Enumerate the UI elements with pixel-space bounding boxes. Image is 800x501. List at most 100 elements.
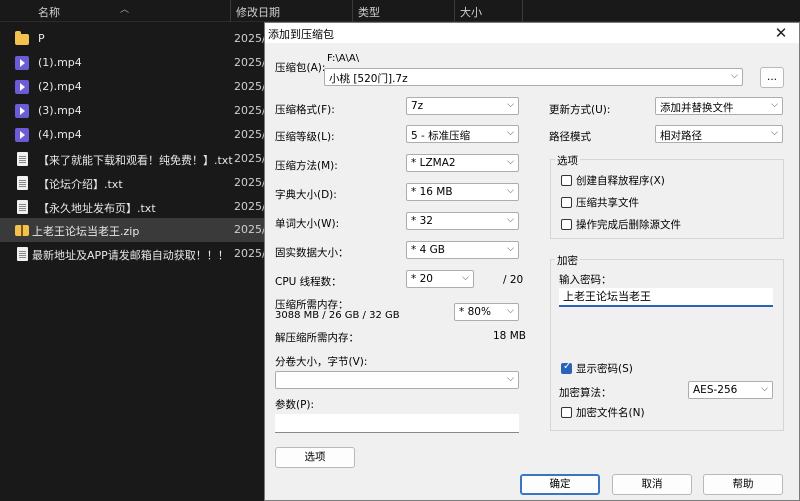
browse-button[interactable]: ... xyxy=(760,67,784,88)
file-name: 【论坛介绍】.txt xyxy=(38,178,123,191)
video-file-icon xyxy=(15,128,29,142)
chevron-down-icon: ⌵ xyxy=(731,71,738,81)
level-combo[interactable]: 5 - 标准压缩 ⌵ xyxy=(406,125,519,143)
path-mode-value: 相对路径 xyxy=(660,130,702,142)
file-date: 2025/ xyxy=(234,104,266,117)
cancel-button[interactable]: 取消 xyxy=(612,474,692,495)
encryption-method-combo[interactable]: AES-256 ⌵ xyxy=(688,381,773,399)
add-to-archive-dialog: 添加到压缩包 ✕ 压缩包(A): F:\A\A\ 小桃 [520门].7z ⌵ … xyxy=(264,22,800,501)
zip-file-icon xyxy=(15,225,29,236)
file-name: 【永久地址发布页】.txt xyxy=(38,202,156,215)
archive-label: 压缩包(A): xyxy=(275,62,326,74)
file-name: 【来了就能下载和观看！纯免费！】.txt xyxy=(38,154,233,167)
show-password-label[interactable]: 显示密码(S) xyxy=(576,361,633,376)
solid-size-label: 固实数据大小： xyxy=(275,247,349,259)
column-date[interactable]: 修改日期 xyxy=(236,4,280,20)
help-button[interactable]: 帮助 xyxy=(703,474,783,495)
word-size-label: 单词大小(W): xyxy=(275,218,340,230)
file-name: (1).mp4 xyxy=(38,56,82,69)
file-date: 2025/ xyxy=(234,32,266,45)
encrypt-filenames-label[interactable]: 加密文件名(N) xyxy=(576,405,645,420)
update-mode-value: 添加并替换文件 xyxy=(660,102,734,114)
sfx-checkbox[interactable] xyxy=(561,175,572,186)
column-divider[interactable] xyxy=(522,0,523,22)
column-divider[interactable] xyxy=(230,0,231,22)
delete-after-label[interactable]: 操作完成后删除源文件 xyxy=(576,217,681,232)
chevron-down-icon: ⌵ xyxy=(771,128,778,138)
memory-detail: 3088 MB / 26 GB / 32 GB xyxy=(275,310,400,321)
file-name: P xyxy=(38,32,45,45)
method-value: * LZMA2 xyxy=(411,157,456,169)
folder-icon xyxy=(15,31,29,45)
options-group-title: 选项 xyxy=(555,153,580,168)
archive-path: F:\A\A\ xyxy=(327,53,360,64)
video-file-icon xyxy=(15,80,29,94)
split-size-label: 分卷大小，字节(V): xyxy=(275,356,368,368)
file-date: 2025/ xyxy=(234,80,266,93)
delete-after-checkbox[interactable] xyxy=(561,219,572,230)
parameters-input[interactable] xyxy=(275,414,519,433)
shared-files-label[interactable]: 压缩共享文件 xyxy=(576,195,639,210)
cpu-threads-total: / 20 xyxy=(503,274,524,286)
word-size-combo[interactable]: * 32 ⌵ xyxy=(406,212,519,230)
decompress-memory-label: 解压缩所需内存： xyxy=(275,332,359,344)
update-mode-label: 更新方式(U): xyxy=(549,104,611,116)
options-button[interactable]: 选项 xyxy=(275,447,355,468)
method-combo[interactable]: * LZMA2 ⌵ xyxy=(406,154,519,172)
dialog-titlebar[interactable]: 添加到压缩包 ✕ xyxy=(265,23,799,43)
file-date: 2025/ xyxy=(234,176,266,189)
chevron-down-icon: ⌵ xyxy=(507,128,514,138)
file-date: 2025/ xyxy=(234,152,266,165)
dictionary-label: 字典大小(D): xyxy=(275,189,337,201)
encrypt-filenames-checkbox[interactable] xyxy=(561,407,572,418)
column-type[interactable]: 类型 xyxy=(358,4,380,20)
text-file-icon xyxy=(17,152,28,166)
update-mode-combo[interactable]: 添加并替换文件 ⌵ xyxy=(655,97,783,115)
format-label: 压缩格式(F): xyxy=(275,104,335,116)
file-date: 2025/ xyxy=(234,247,266,260)
column-size[interactable]: 大小 xyxy=(460,4,482,20)
word-size-value: * 32 xyxy=(411,215,433,227)
format-combo[interactable]: 7z ⌵ xyxy=(406,97,519,115)
encryption-method-value: AES-256 xyxy=(693,384,738,396)
chevron-down-icon: ⌵ xyxy=(761,384,768,394)
password-label: 输入密码： xyxy=(559,274,612,286)
split-size-combo[interactable]: ⌵ xyxy=(275,371,519,389)
show-password-checkbox[interactable] xyxy=(561,361,572,374)
file-name: 最新地址及APP请发邮箱自动获取！！！... xyxy=(32,249,228,262)
column-name[interactable]: 名称 xyxy=(38,4,60,20)
archive-name-combo[interactable]: 小桃 [520门].7z ⌵ xyxy=(324,68,743,86)
column-divider[interactable] xyxy=(454,0,455,22)
level-value: 5 - 标准压缩 xyxy=(411,130,471,142)
dictionary-combo[interactable]: * 16 MB ⌵ xyxy=(406,183,519,201)
column-divider[interactable] xyxy=(352,0,353,22)
chevron-down-icon: ⌵ xyxy=(462,273,469,283)
solid-size-combo[interactable]: * 4 GB ⌵ xyxy=(406,241,519,259)
decompress-memory-value: 18 MB xyxy=(493,330,526,342)
password-input[interactable]: 上老王论坛当老王 xyxy=(559,288,773,307)
video-file-icon xyxy=(15,104,29,118)
encryption-group-title: 加密 xyxy=(555,253,580,268)
cpu-threads-combo[interactable]: * 20 ⌵ xyxy=(406,270,474,288)
text-file-icon xyxy=(17,176,28,190)
file-date: 2025/ xyxy=(234,56,266,69)
chevron-down-icon: ⌵ xyxy=(507,157,514,167)
chevron-down-icon: ⌵ xyxy=(507,100,514,110)
explorer-column-header: 名称 ︿ 修改日期 类型 大小 xyxy=(0,0,800,22)
sfx-label[interactable]: 创建自释放程序(X) xyxy=(576,173,665,188)
ok-button[interactable]: 确定 xyxy=(520,474,600,495)
shared-files-checkbox[interactable] xyxy=(561,197,572,208)
path-mode-label: 路径模式 xyxy=(549,131,591,143)
file-name: (3).mp4 xyxy=(38,104,82,117)
dictionary-value: * 16 MB xyxy=(411,186,453,198)
file-name: (2).mp4 xyxy=(38,80,82,93)
chevron-down-icon: ⌵ xyxy=(507,374,514,384)
close-icon[interactable]: ✕ xyxy=(773,24,789,42)
chevron-down-icon: ⌵ xyxy=(507,186,514,196)
cpu-threads-value: * 20 xyxy=(411,273,433,285)
method-label: 压缩方法(M): xyxy=(275,160,338,172)
level-label: 压缩等级(L): xyxy=(275,131,335,143)
memory-percent-combo[interactable]: * 80% ⌵ xyxy=(454,303,519,321)
dialog-title: 添加到压缩包 xyxy=(268,28,334,41)
path-mode-combo[interactable]: 相对路径 ⌵ xyxy=(655,125,783,143)
